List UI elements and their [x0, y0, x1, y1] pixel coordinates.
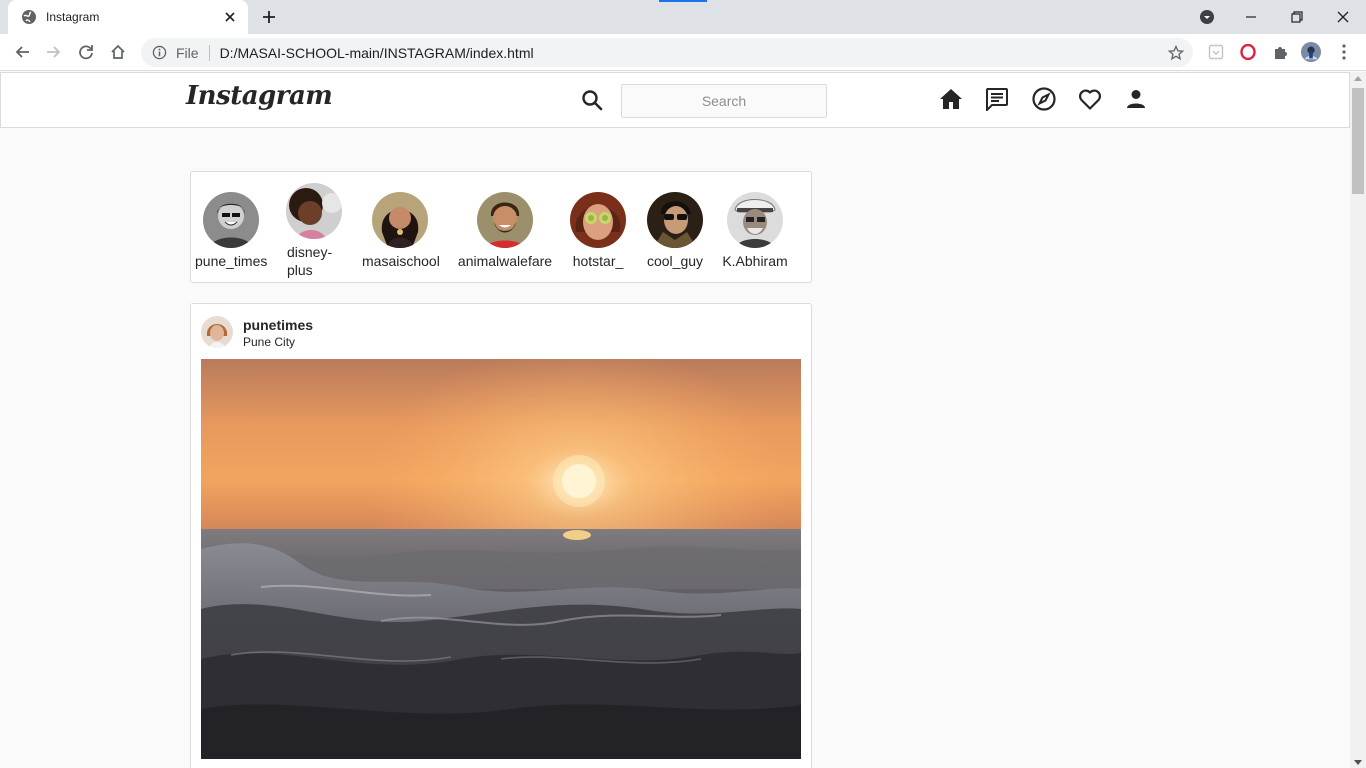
- new-tab-icon[interactable]: [259, 7, 279, 27]
- browser-menu-icon[interactable]: [1334, 42, 1354, 62]
- story-avatar[interactable]: [477, 192, 533, 248]
- post-username[interactable]: punetimes: [243, 317, 313, 333]
- instagram-logo[interactable]: Instagram: [186, 81, 333, 111]
- explore-compass-icon[interactable]: [1031, 86, 1057, 112]
- scroll-thumb[interactable]: [1352, 88, 1364, 194]
- url-scheme-label: File: [176, 44, 199, 61]
- extension-pocket-icon[interactable]: [1206, 42, 1226, 62]
- browser-tab[interactable]: Instagram: [8, 0, 248, 34]
- post-location[interactable]: Pune City: [243, 335, 295, 349]
- heart-icon[interactable]: [1077, 86, 1103, 112]
- forward-icon[interactable]: [44, 42, 64, 62]
- url-separator: [208, 44, 210, 61]
- page-viewport: Instagram pune_times: [0, 72, 1350, 768]
- extensions-puzzle-icon[interactable]: [1270, 42, 1290, 62]
- story-name: disney-plus: [287, 244, 333, 278]
- address-bar[interactable]: File D:/MASAI-SCHOOL-main/INSTAGRAM/inde…: [141, 38, 1193, 67]
- home-icon[interactable]: [108, 42, 128, 62]
- info-icon[interactable]: [151, 45, 167, 61]
- url-text[interactable]: D:/MASAI-SCHOOL-main/INSTAGRAM/index.htm…: [220, 45, 534, 61]
- search-input[interactable]: [621, 84, 827, 118]
- story-name: animalwalefare: [457, 253, 553, 269]
- story-name: masaischool: [362, 253, 440, 269]
- story-item[interactable]: pune_times: [195, 192, 267, 270]
- back-icon[interactable]: [12, 42, 32, 62]
- search-icon[interactable]: [581, 89, 603, 111]
- reload-icon[interactable]: [76, 42, 96, 62]
- minimize-icon[interactable]: [1228, 0, 1274, 34]
- story-item[interactable]: cool_guy: [639, 192, 711, 270]
- post-author-avatar[interactable]: [201, 316, 233, 348]
- browser-toolbar: File D:/MASAI-SCHOOL-main/INSTAGRAM/inde…: [0, 34, 1366, 71]
- story-name: K.Abhiram: [722, 253, 788, 269]
- story-avatar[interactable]: [727, 192, 783, 248]
- page-scrollbar[interactable]: [1350, 72, 1366, 768]
- close-window-icon[interactable]: [1320, 0, 1366, 34]
- post-image-sunset-sea[interactable]: [201, 359, 801, 759]
- opera-extension-icon[interactable]: [1238, 42, 1258, 62]
- profile-icon[interactable]: [1123, 86, 1149, 112]
- story-item[interactable]: masaischool: [362, 192, 440, 270]
- tab-search-icon[interactable]: [1184, 0, 1230, 34]
- story-item[interactable]: hotstar_: [565, 192, 631, 270]
- scroll-up-arrow[interactable]: [1354, 76, 1362, 81]
- story-avatar[interactable]: [203, 192, 259, 248]
- profile-avatar[interactable]: [1301, 42, 1321, 62]
- globe-icon: [21, 9, 37, 25]
- story-item[interactable]: disney-plus: [279, 183, 349, 279]
- story-avatar[interactable]: [647, 192, 703, 248]
- tab-title: Instagram: [46, 10, 100, 24]
- home-icon[interactable]: [938, 86, 964, 112]
- tabstrip-accent: [659, 0, 707, 2]
- story-avatar[interactable]: [372, 192, 428, 248]
- feed-post: punetimes Pune City: [190, 303, 812, 768]
- instagram-navbar: Instagram: [0, 72, 1350, 128]
- stories-bar: pune_times disney-plus masaischool anima…: [190, 171, 812, 283]
- story-item[interactable]: K.Abhiram: [719, 192, 791, 270]
- story-name: pune_times: [195, 253, 268, 269]
- scroll-down-arrow[interactable]: [1354, 760, 1362, 765]
- bookmark-star-icon[interactable]: [1167, 44, 1185, 62]
- restore-icon[interactable]: [1274, 0, 1320, 34]
- story-name: hotstar_: [572, 253, 624, 269]
- story-avatar[interactable]: [570, 192, 626, 248]
- story-avatar[interactable]: [286, 183, 342, 239]
- story-name: cool_guy: [646, 253, 704, 269]
- messages-icon[interactable]: [984, 86, 1010, 112]
- story-item[interactable]: animalwalefare: [457, 192, 553, 270]
- close-tab-icon[interactable]: [222, 9, 238, 25]
- tab-strip: Instagram: [0, 0, 1366, 34]
